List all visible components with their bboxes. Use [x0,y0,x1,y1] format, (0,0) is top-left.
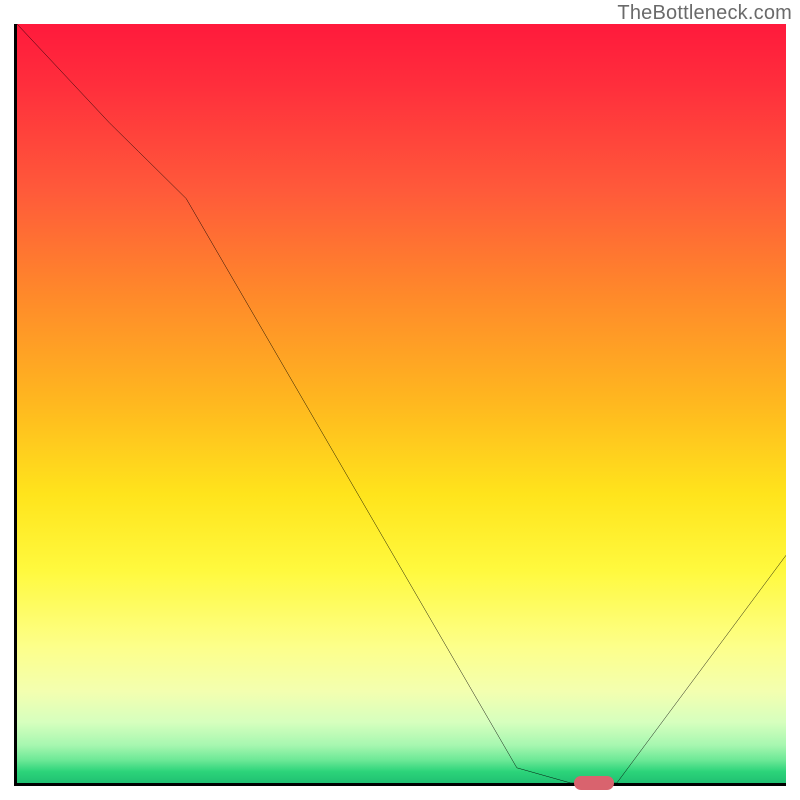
plot-area [14,24,786,786]
optimal-marker [574,776,614,790]
bottleneck-curve [17,24,786,783]
watermark-text: TheBottleneck.com [617,2,792,25]
chart-container: TheBottleneck.com [0,0,800,800]
curve-path [17,24,786,783]
